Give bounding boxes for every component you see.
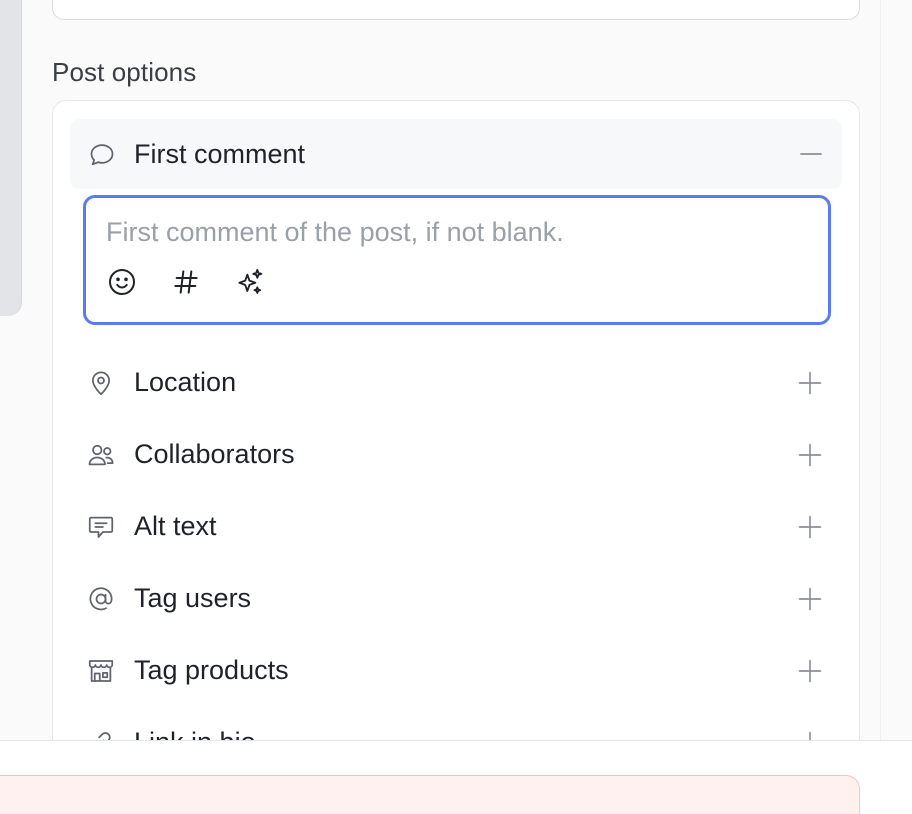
bottom-bar bbox=[0, 740, 912, 814]
previous-section-card bbox=[52, 0, 860, 20]
first-comment-label: First comment bbox=[134, 139, 306, 169]
plus-icon[interactable] bbox=[796, 585, 824, 613]
users-icon bbox=[86, 440, 116, 470]
store-icon bbox=[86, 656, 116, 686]
scroll-gutter[interactable] bbox=[880, 0, 912, 740]
post-options-card: First comment First comment of the post,… bbox=[52, 100, 860, 800]
option-label: Alt text bbox=[134, 511, 217, 541]
option-alt-text[interactable]: Alt text bbox=[70, 497, 842, 557]
chat-bubble-icon bbox=[88, 141, 116, 169]
option-collaborators[interactable]: Collaborators bbox=[70, 425, 842, 485]
at-sign-icon bbox=[86, 584, 116, 614]
plus-icon[interactable] bbox=[796, 657, 824, 685]
message-text-icon bbox=[86, 512, 116, 542]
option-label: Tag users bbox=[134, 583, 252, 613]
plus-icon[interactable] bbox=[796, 369, 824, 397]
first-comment-box bbox=[83, 195, 831, 325]
sparkles-icon[interactable] bbox=[234, 266, 266, 298]
option-tag-users[interactable]: Tag users bbox=[70, 569, 842, 629]
first-comment-toggle[interactable]: First comment bbox=[70, 119, 842, 189]
option-label: Collaborators bbox=[134, 439, 295, 469]
option-label: Tag products bbox=[134, 655, 289, 685]
plus-icon[interactable] bbox=[796, 441, 824, 469]
section-title: Post options bbox=[52, 57, 197, 87]
plus-icon[interactable] bbox=[796, 513, 824, 541]
map-pin-icon bbox=[86, 368, 116, 398]
minus-icon[interactable] bbox=[796, 139, 826, 169]
side-preview-panel bbox=[0, 0, 22, 316]
alert-card bbox=[0, 775, 860, 814]
option-tag-products[interactable]: Tag products bbox=[70, 641, 842, 701]
post-editor-panel: Post options First comment First comment… bbox=[0, 0, 912, 814]
option-label: Location bbox=[134, 367, 237, 397]
emoji-icon[interactable] bbox=[106, 266, 138, 298]
hashtag-icon[interactable] bbox=[170, 266, 202, 298]
option-location[interactable]: Location bbox=[70, 353, 842, 413]
first-comment-input[interactable] bbox=[106, 212, 806, 252]
